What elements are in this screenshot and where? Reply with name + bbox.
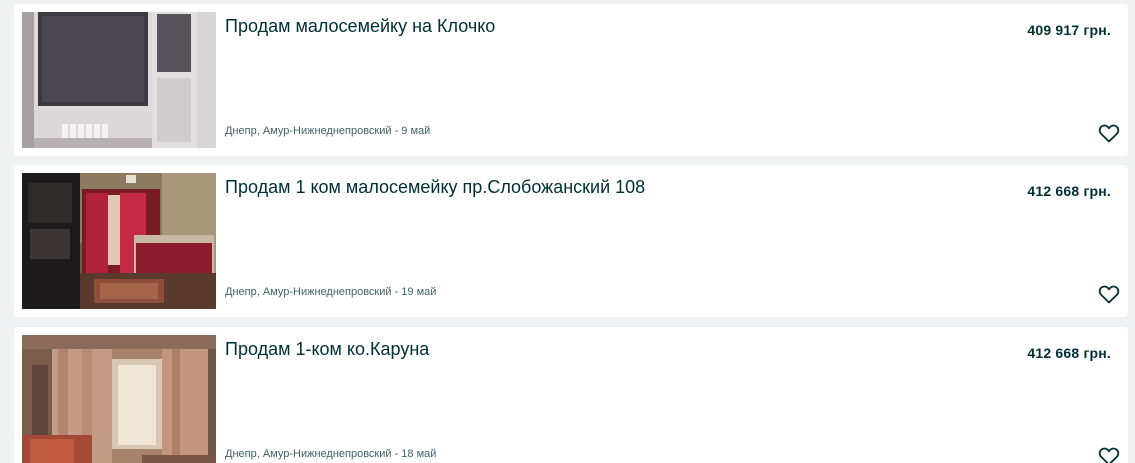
- listing-card[interactable]: Продам 1 ком малосемейку пр.Слобожанский…: [14, 165, 1128, 317]
- listing-photo-image: [22, 335, 216, 463]
- listing-photo[interactable]: [22, 335, 216, 463]
- listing-price: 412 668 грн.: [1027, 345, 1111, 361]
- listing-location-date: Днепр, Амур-Нижнеднепровский - 19 май: [225, 286, 437, 298]
- listing-price: 412 668 грн.: [1027, 183, 1111, 199]
- listing-list: Продам малосемейку на Клочко 409 917 грн…: [0, 0, 1135, 463]
- heart-outline-icon: [1098, 124, 1120, 143]
- listing-card[interactable]: Продам малосемейку на Клочко 409 917 грн…: [14, 4, 1128, 156]
- listing-photo-image: [22, 173, 216, 309]
- listing-photo[interactable]: [22, 12, 216, 148]
- listing-photo-image: [22, 12, 216, 148]
- listing-title[interactable]: Продам 1 ком малосемейку пр.Слобожанский…: [225, 177, 645, 198]
- heart-outline-icon: [1098, 447, 1120, 463]
- favorite-button[interactable]: [1097, 282, 1121, 306]
- listing-title[interactable]: Продам малосемейку на Клочко: [225, 16, 495, 37]
- heart-outline-icon: [1098, 285, 1120, 304]
- favorite-button[interactable]: [1097, 121, 1121, 145]
- listing-location-date: Днепр, Амур-Нижнеднепровский - 9 май: [225, 125, 431, 137]
- listing-photo[interactable]: [22, 173, 216, 309]
- listing-card[interactable]: Продам 1-ком ко.Каруна 412 668 грн. Днеп…: [14, 327, 1128, 463]
- listing-price: 409 917 грн.: [1027, 22, 1111, 38]
- favorite-button[interactable]: [1097, 444, 1121, 463]
- listing-title[interactable]: Продам 1-ком ко.Каруна: [225, 339, 429, 360]
- listing-location-date: Днепр, Амур-Нижнеднепровский - 18 май: [225, 448, 437, 460]
